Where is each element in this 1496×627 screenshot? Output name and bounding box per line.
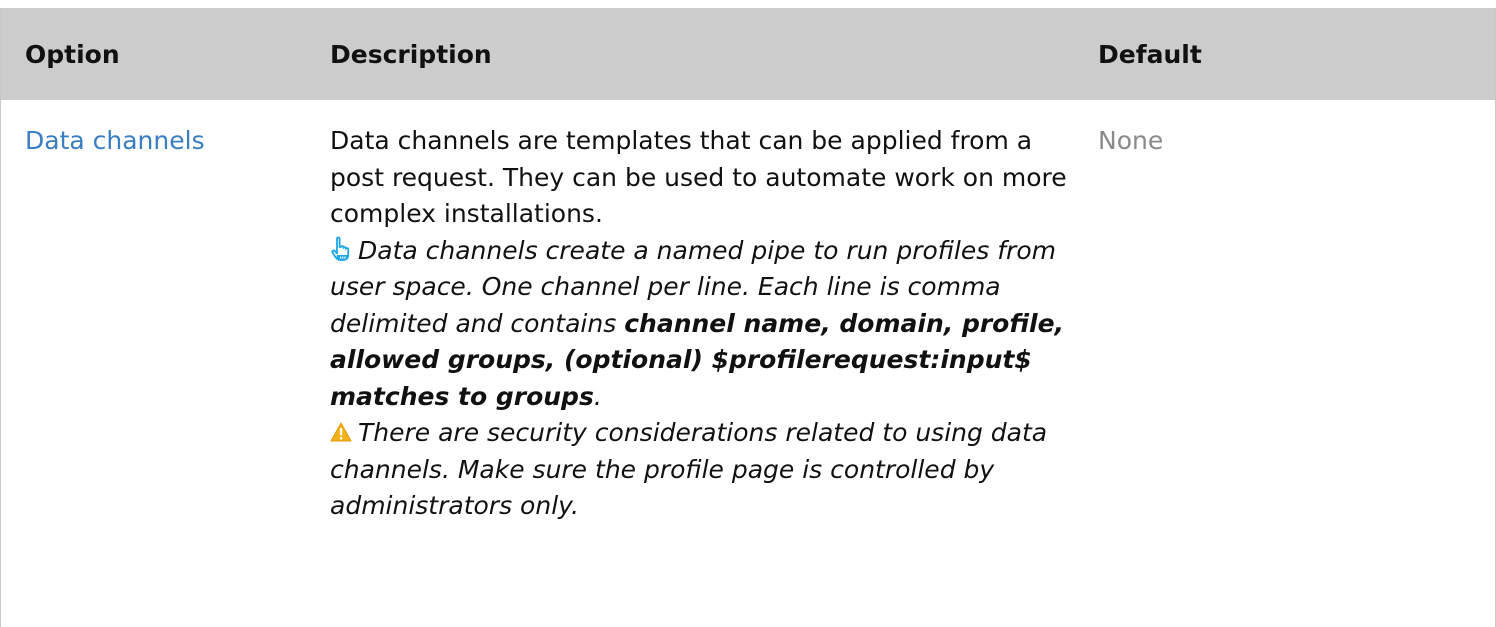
warning-note: There are security considerations relate… [330, 418, 1047, 520]
option-link-data-channels[interactable]: Data channels [25, 126, 205, 155]
options-table-container: Option Description Default Data channels… [0, 8, 1496, 627]
description-intro: Data channels are templates that can be … [330, 126, 1067, 228]
pointing-hand-icon [331, 236, 350, 261]
option-cell: Data channels [1, 100, 313, 525]
header-default: Default [1084, 8, 1495, 100]
description-cell: Data channels are templates that can be … [313, 100, 1084, 525]
options-table: Option Description Default Data channels… [1, 8, 1495, 525]
hint-note: Data channels create a named pipe to run… [330, 236, 1064, 411]
warning-text: There are security considerations relate… [330, 418, 1048, 520]
table-row: Data channels Data channels are template… [1, 100, 1495, 525]
default-value: None [1098, 126, 1164, 155]
hint-end: . [593, 381, 602, 411]
header-option: Option [1, 8, 313, 100]
warning-icon [330, 422, 352, 442]
header-description: Description [313, 8, 1084, 100]
table-header-row: Option Description Default [1, 8, 1495, 100]
default-cell: None [1084, 100, 1495, 525]
